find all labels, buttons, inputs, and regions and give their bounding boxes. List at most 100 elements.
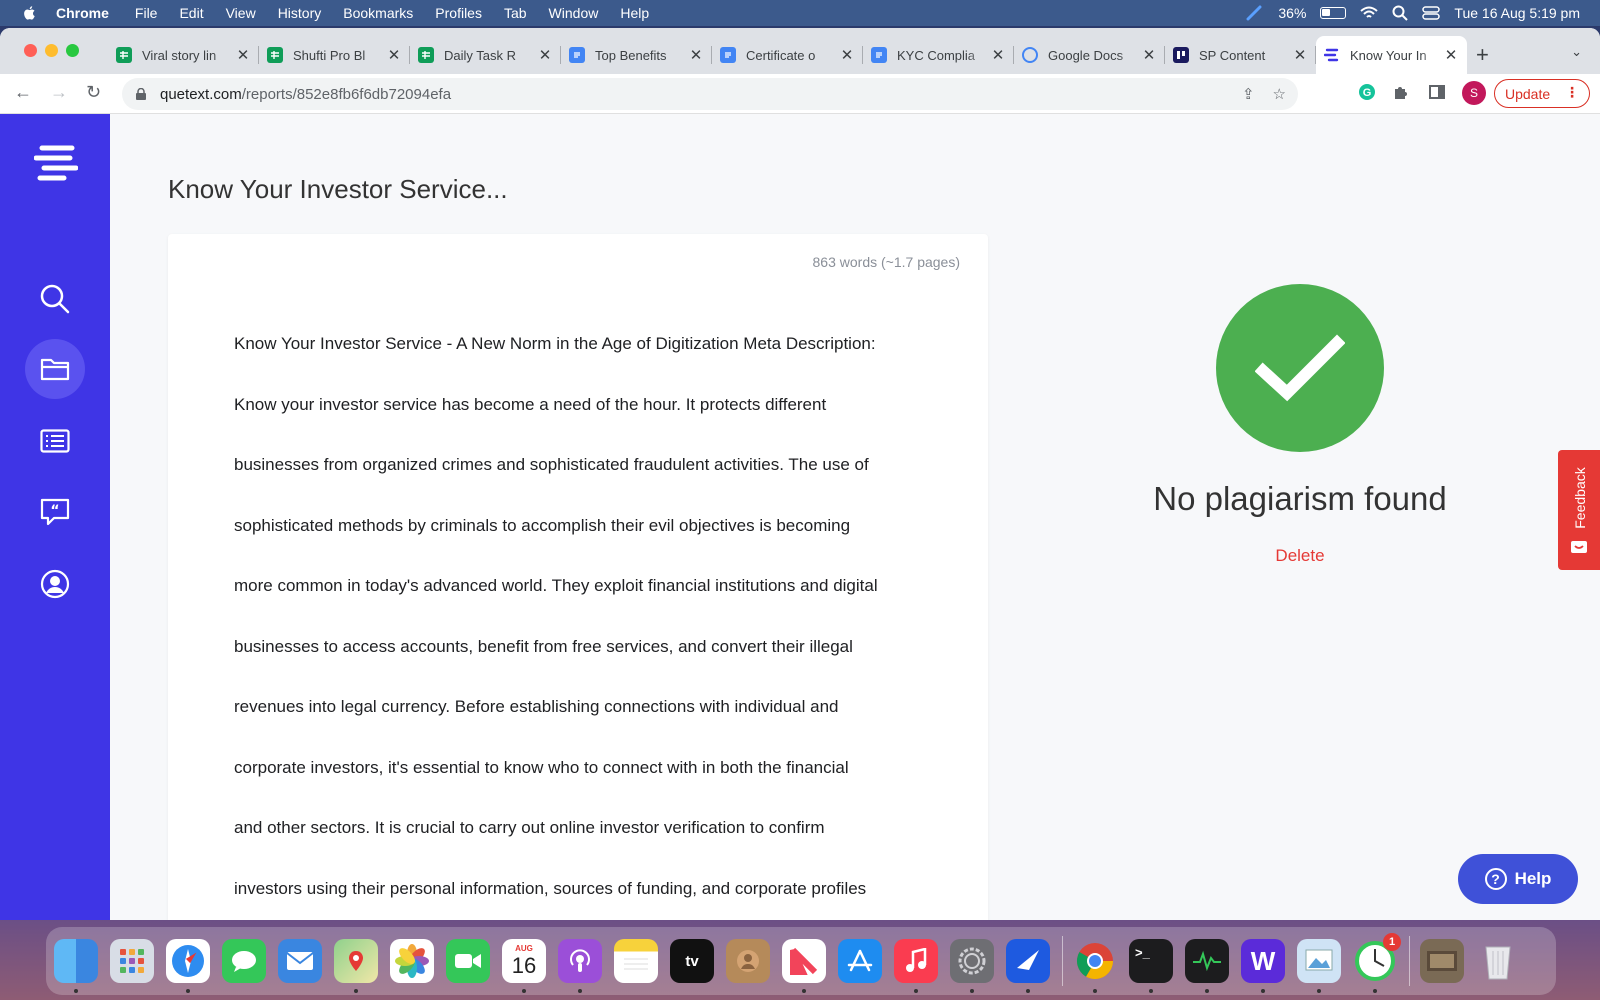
sidebar-account[interactable] xyxy=(25,554,85,614)
staff-timer-icon[interactable] xyxy=(1006,939,1050,993)
close-tab-icon[interactable]: ✕ xyxy=(1292,46,1308,64)
extensions-puzzle-icon[interactable] xyxy=(1392,83,1410,106)
more-menu-icon[interactable]: ⋮ xyxy=(1565,84,1579,101)
browser-tab[interactable]: Daily Task R ✕ xyxy=(410,36,561,74)
browser-tab-active[interactable]: Know Your In ✕ xyxy=(1316,36,1467,74)
close-tab-icon[interactable]: ✕ xyxy=(1141,46,1157,64)
contacts-icon[interactable] xyxy=(726,939,770,983)
menu-bookmarks[interactable]: Bookmarks xyxy=(343,5,413,21)
feedback-tab[interactable]: Feedback xyxy=(1558,450,1600,570)
close-tab-icon[interactable]: ✕ xyxy=(990,46,1006,64)
text-line: businesses from organized crimes and sop… xyxy=(234,455,869,474)
preview-icon[interactable] xyxy=(1297,939,1341,993)
chrome-icon[interactable] xyxy=(1073,939,1117,993)
apple-icon[interactable] xyxy=(22,5,38,21)
sidebar-folder[interactable] xyxy=(25,339,85,399)
side-panel-icon[interactable] xyxy=(1428,83,1446,106)
safari-icon[interactable] xyxy=(166,939,210,993)
sidebar-citations[interactable]: “ xyxy=(25,482,85,542)
news-icon[interactable] xyxy=(782,939,826,993)
close-tab-icon[interactable]: ✕ xyxy=(688,46,704,64)
messages-icon[interactable] xyxy=(222,939,266,983)
delete-link[interactable]: Delete xyxy=(1275,546,1324,566)
launchpad-icon[interactable] xyxy=(110,939,154,983)
close-tab-icon[interactable]: ✕ xyxy=(386,46,402,64)
docs-icon xyxy=(720,47,736,63)
browser-tab[interactable]: KYC Complia ✕ xyxy=(863,36,1014,74)
bookmark-star-icon[interactable]: ☆ xyxy=(1273,85,1286,103)
reload-icon[interactable]: ↻ xyxy=(86,82,101,103)
grammarly-icon[interactable]: G xyxy=(1358,83,1376,106)
close-tab-icon[interactable]: ✕ xyxy=(839,46,855,64)
maps-icon[interactable] xyxy=(334,939,378,993)
browser-tab[interactable]: Top Benefits ✕ xyxy=(561,36,712,74)
tab-title: Daily Task R xyxy=(444,47,517,63)
facetime-icon[interactable] xyxy=(446,939,490,983)
trello-icon xyxy=(1173,47,1189,63)
result-panel: No plagiarism found Delete xyxy=(1100,284,1500,566)
browser-tab[interactable]: Viral story lin ✕ xyxy=(108,36,259,74)
calendar-icon[interactable]: AUG 16 xyxy=(502,939,546,993)
zoom-window-button[interactable] xyxy=(66,44,79,57)
help-button[interactable]: ? Help xyxy=(1458,854,1578,904)
menu-window[interactable]: Window xyxy=(549,5,599,21)
system-preferences-icon[interactable] xyxy=(950,939,994,993)
photos-icon[interactable] xyxy=(390,939,434,983)
new-tab-icon[interactable]: + xyxy=(1476,42,1489,68)
forward-icon[interactable]: → xyxy=(50,82,68,103)
url-domain: quetext.com xyxy=(160,85,242,103)
notes-icon[interactable] xyxy=(614,939,658,983)
menu-profiles[interactable]: Profiles xyxy=(435,5,482,21)
browser-tab[interactable]: Shufti Pro Bl ✕ xyxy=(259,36,410,74)
music-icon[interactable] xyxy=(894,939,938,993)
finder-icon[interactable] xyxy=(54,939,98,993)
menu-help[interactable]: Help xyxy=(620,5,649,21)
webex-icon[interactable]: W xyxy=(1241,939,1285,993)
control-center-icon[interactable] xyxy=(1422,6,1441,20)
quetext-logo-icon[interactable] xyxy=(34,144,78,184)
spotlight-icon[interactable] xyxy=(1392,5,1409,21)
browser-tab[interactable]: Certificate o ✕ xyxy=(712,36,863,74)
lock-icon[interactable] xyxy=(136,88,146,100)
feedback-label: Feedback xyxy=(1572,467,1588,529)
sidebar-search[interactable] xyxy=(25,269,85,329)
menu-file[interactable]: File xyxy=(135,5,158,21)
menu-history[interactable]: History xyxy=(278,5,322,21)
clock-icon[interactable]: 1 xyxy=(1353,933,1401,993)
menu-edit[interactable]: Edit xyxy=(179,5,203,21)
docs-icon xyxy=(569,47,585,63)
close-tab-icon[interactable]: ✕ xyxy=(1443,46,1459,64)
notification-badge: 1 xyxy=(1383,933,1401,951)
mail-icon[interactable] xyxy=(278,939,322,983)
app-store-icon[interactable] xyxy=(838,939,882,983)
tab-search-chevron-icon[interactable]: ⌄ xyxy=(1571,44,1582,60)
browser-tab[interactable]: SP Content ✕ xyxy=(1165,36,1316,74)
update-button[interactable]: Update ⋮ xyxy=(1494,79,1590,108)
share-icon[interactable]: ⇪ xyxy=(1242,85,1255,103)
wifi-icon[interactable] xyxy=(1360,6,1379,20)
close-tab-icon[interactable]: ✕ xyxy=(537,46,553,64)
minimize-window-button[interactable] xyxy=(45,44,58,57)
address-bar[interactable]: quetext.com/reports/852e8fb6f6db72094efa… xyxy=(122,78,1298,110)
clock-datetime[interactable]: Tue 16 Aug 5:19 pm xyxy=(1454,5,1580,21)
activity-monitor-icon[interactable] xyxy=(1185,939,1229,993)
downloads-icon[interactable] xyxy=(1420,939,1464,983)
brush-status-icon[interactable] xyxy=(1246,5,1264,21)
podcasts-icon[interactable] xyxy=(558,939,602,993)
tv-icon[interactable]: tv xyxy=(670,939,714,983)
profile-avatar[interactable]: S xyxy=(1462,81,1486,105)
menu-view[interactable]: View xyxy=(226,5,256,21)
document-text[interactable]: Know Your Investor Service - A New Norm … xyxy=(234,314,934,919)
trash-icon[interactable] xyxy=(1476,939,1520,983)
menu-bar: Chrome File Edit View History Bookmarks … xyxy=(0,0,1600,26)
close-tab-icon[interactable]: ✕ xyxy=(235,46,251,64)
text-line: sophisticated methods by criminals to ac… xyxy=(234,515,851,535)
menu-tab[interactable]: Tab xyxy=(504,5,527,21)
terminal-icon[interactable]: >_ xyxy=(1129,939,1173,993)
sidebar-list[interactable] xyxy=(25,411,85,471)
browser-tab[interactable]: Google Docs ✕ xyxy=(1014,36,1165,74)
close-window-button[interactable] xyxy=(24,44,37,57)
menu-app-name[interactable]: Chrome xyxy=(56,5,109,21)
back-icon[interactable]: ← xyxy=(14,82,32,103)
battery-icon[interactable] xyxy=(1320,7,1347,19)
